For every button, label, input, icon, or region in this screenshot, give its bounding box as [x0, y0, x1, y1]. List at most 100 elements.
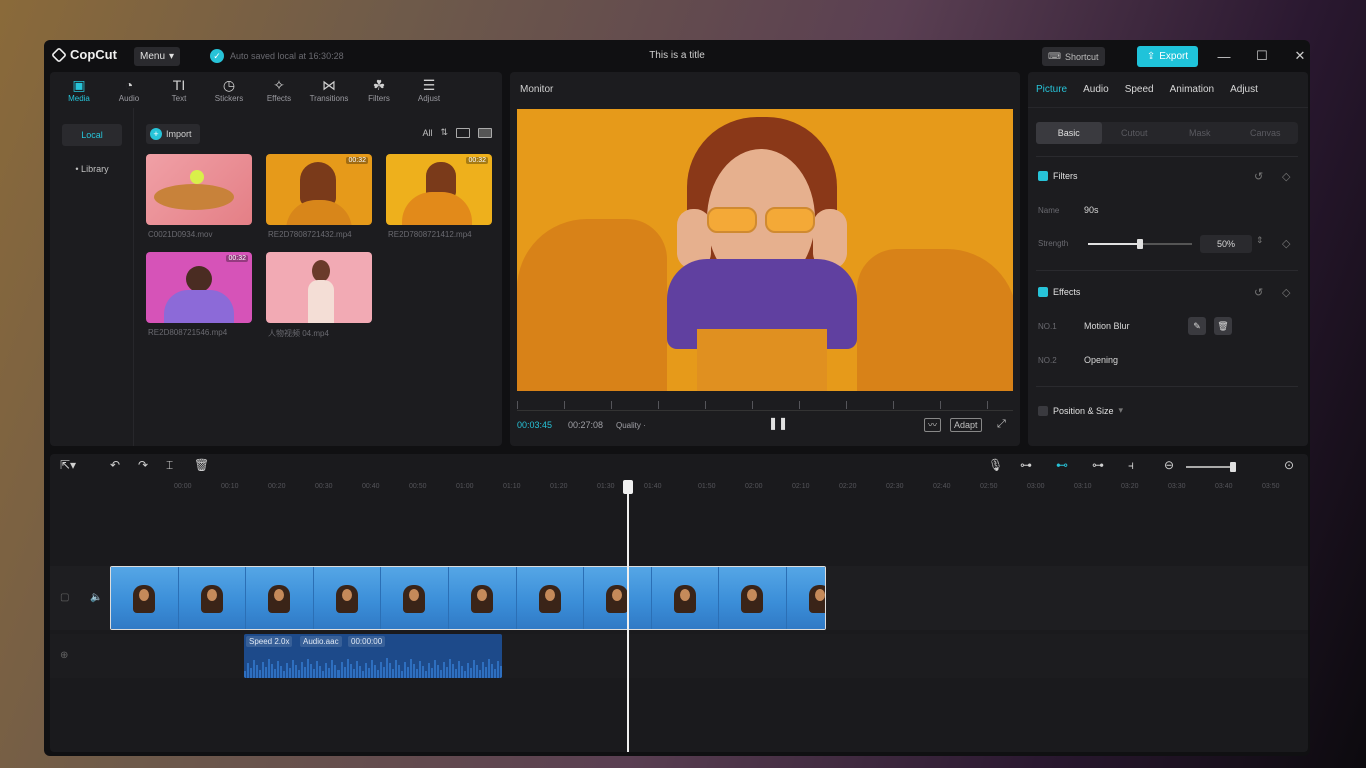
position-size-checkbox[interactable] [1038, 405, 1048, 416]
zoom-out-icon[interactable]: ⊖ [1164, 458, 1174, 472]
scrub-tick [987, 401, 988, 409]
tab-label: Filters [368, 93, 390, 103]
maximize-icon[interactable]: ☐ [1252, 46, 1272, 66]
position-size-section-header[interactable]: Position & Size ▾ [1038, 405, 1123, 416]
timeline-toolbar: ⇱▾ ↶ ↷ ⌶ 🗑 🎙 ⊶ ⊷ ⊶ ⫞ ⊖ ⊙ [50, 454, 1308, 480]
wave-bar [268, 659, 271, 678]
media-thumbnail[interactable] [266, 252, 372, 323]
stepper-icon[interactable]: ⇕ [1256, 235, 1264, 246]
wave-bar [250, 668, 253, 678]
filter-dropdown[interactable]: All [422, 128, 432, 138]
close-icon[interactable]: ✕ [1290, 46, 1310, 66]
audio-clip[interactable]: Speed 2.0x Audio.aac 00:00:00 [244, 634, 502, 678]
wave-bar [337, 669, 340, 678]
track-lock-icon[interactable]: ▢ [60, 592, 69, 603]
minimize-icon[interactable]: — [1214, 46, 1234, 66]
track-mute-icon[interactable]: 🔈 [90, 592, 102, 603]
reset-icon[interactable]: ↺ [1254, 286, 1263, 299]
wave-bar [470, 668, 473, 678]
import-button[interactable]: + Import [146, 124, 200, 144]
add-audio-track-icon[interactable]: ⊕ [60, 650, 68, 661]
media-thumbnail[interactable]: 00:32 [386, 154, 492, 225]
tab-stickers[interactable]: ◷ Stickers [204, 72, 254, 108]
tab-transitions[interactable]: ⋈ Transitions [304, 72, 354, 108]
portrait-shape [308, 280, 334, 323]
zoom-slider-handle[interactable] [1230, 462, 1236, 472]
strength-slider[interactable] [1088, 239, 1192, 249]
grid-view-icon[interactable] [478, 127, 492, 138]
undo-icon[interactable]: ↶ [110, 458, 120, 472]
shortcut-button[interactable]: ⌨ Shortcut [1042, 47, 1105, 66]
media-thumbnail[interactable] [146, 154, 252, 225]
tab-prop-audio[interactable]: Audio [1075, 84, 1117, 95]
ruler-tick: 02:40 [933, 483, 951, 490]
filters-checkbox[interactable] [1038, 171, 1048, 181]
snap-icon[interactable]: ⊶ [1092, 458, 1104, 472]
effects-checkbox[interactable] [1038, 287, 1048, 297]
strength-slider-handle[interactable] [1137, 239, 1143, 249]
monitor-scrubber[interactable] [517, 399, 1013, 411]
playhead-handle[interactable] [623, 480, 633, 494]
import-label: Import [166, 129, 192, 139]
media-thumbnail[interactable]: 00:32 [146, 252, 252, 323]
delete-clip-icon[interactable]: 🗑 [194, 458, 209, 472]
wave-bar [340, 661, 343, 678]
keyframe-icon[interactable]: ◇ [1282, 170, 1290, 183]
quality-dropdown[interactable]: Quality · [616, 421, 646, 430]
media-filename: RE2D808721546.mp4 [148, 328, 228, 337]
tab-speed[interactable]: Speed [1117, 84, 1162, 95]
subtab-mask[interactable]: Mask [1167, 122, 1233, 144]
tab-text[interactable]: TI Text [154, 72, 204, 108]
effects-section-header[interactable]: Effects [1038, 287, 1080, 297]
edit-icon[interactable]: ✎ [1188, 317, 1206, 335]
media-sidebar: Local • Library [50, 108, 134, 446]
split-icon[interactable]: ⌶ [166, 458, 173, 473]
pause-icon[interactable]: ❚❚ [768, 416, 788, 430]
select-tool-icon[interactable]: ⇱▾ [60, 458, 76, 472]
link-clips-icon[interactable]: ⊶ [1020, 458, 1032, 472]
transitions-icon: ⋈ [322, 76, 336, 93]
tab-animation[interactable]: Animation [1162, 84, 1222, 95]
tab-adjust[interactable]: ☰ Adjust [404, 72, 454, 108]
filters-section-header[interactable]: Filters [1038, 171, 1078, 181]
tab-prop-adjust[interactable]: Adjust [1222, 84, 1266, 95]
magnet-icon[interactable]: ⊷ [1056, 458, 1068, 472]
library-button[interactable]: • Library [62, 158, 122, 180]
local-button[interactable]: Local [62, 124, 122, 146]
keyframe-icon[interactable]: ◇ [1282, 237, 1290, 250]
strength-input[interactable]: 50% [1200, 235, 1252, 253]
video-preview[interactable] [517, 109, 1013, 391]
subtab-canvas[interactable]: Canvas [1233, 122, 1299, 144]
tab-picture[interactable]: Picture [1028, 84, 1075, 95]
export-button[interactable]: ⇪ Export [1137, 46, 1198, 67]
tab-effects[interactable]: ✧ Effects [254, 72, 304, 108]
wave-bar [488, 658, 491, 678]
tab-filters[interactable]: ☘ Filters [354, 72, 404, 108]
subtab-cutout[interactable]: Cutout [1102, 122, 1168, 144]
wave-bar [370, 659, 373, 678]
playhead[interactable] [627, 482, 629, 752]
effects-label: Effects [1053, 287, 1081, 297]
clip-frame [516, 567, 585, 629]
redo-icon[interactable]: ↷ [138, 458, 148, 472]
reset-icon[interactable]: ↺ [1254, 170, 1263, 183]
delete-icon[interactable]: 🗑 [1214, 317, 1232, 335]
sort-icon[interactable]: ⇅ [440, 127, 448, 138]
media-duration: 00:32 [466, 157, 488, 164]
fullscreen-icon[interactable]: ⤢ [994, 418, 1009, 430]
subtab-basic[interactable]: Basic [1036, 122, 1102, 144]
tab-media[interactable]: ▣ Media [54, 72, 104, 108]
media-thumbnail[interactable]: 00:32 [266, 154, 372, 225]
timeline-ruler[interactable]: 00:00 00:10 00:20 00:30 00:40 00:50 01:0… [110, 480, 1308, 496]
preview-axis-icon[interactable]: ⫞ [1128, 458, 1134, 473]
video-clip[interactable] [110, 566, 826, 630]
zoom-slider[interactable] [1186, 462, 1236, 472]
adapt-button[interactable]: Adapt [950, 418, 982, 432]
menu-button[interactable]: Menu ▾ [134, 47, 181, 66]
list-view-icon[interactable] [456, 127, 470, 138]
keyframe-icon[interactable]: ◇ [1282, 286, 1290, 299]
microphone-icon[interactable]: 🎙 [988, 458, 1003, 472]
tab-audio[interactable]: ◔ Audio [104, 72, 154, 108]
waveform-icon[interactable]: 〰 [924, 418, 942, 432]
zoom-fit-icon[interactable]: ⊙ [1284, 458, 1294, 472]
